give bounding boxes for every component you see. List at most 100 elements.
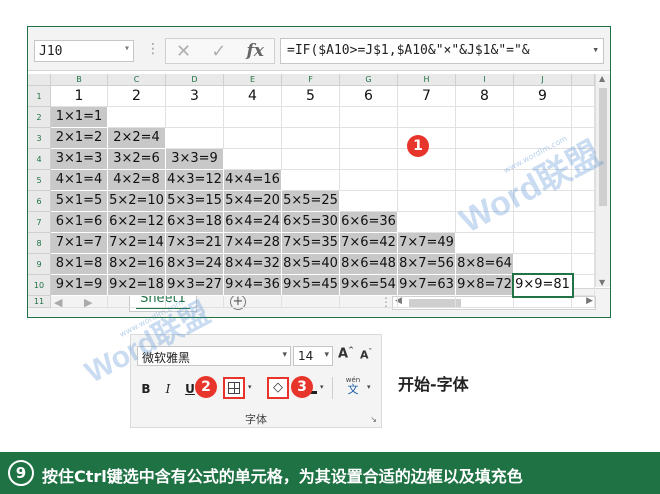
table-cell[interactable]: 5×2=10 [108, 191, 166, 212]
table-cell[interactable] [398, 296, 456, 308]
table-cell[interactable] [340, 128, 398, 149]
phonetic-dropdown-icon[interactable]: ▾ [367, 383, 371, 391]
table-cell[interactable]: 7×7=49 [398, 233, 456, 254]
font-color-dropdown-icon[interactable]: ▾ [320, 383, 324, 391]
table-cell[interactable]: 7×6=42 [340, 233, 398, 254]
table-cell[interactable] [398, 170, 456, 191]
vertical-scrollbar[interactable]: ▲ ▼ [595, 74, 610, 287]
table-cell[interactable]: 8×2=16 [108, 254, 166, 275]
row-header[interactable]: 9 [28, 254, 51, 275]
table-cell[interactable] [340, 170, 398, 191]
row-header[interactable]: 3 [28, 128, 51, 149]
table-cell[interactable]: 9×1=9 [51, 275, 108, 296]
table-cell[interactable]: 2×2=4 [108, 128, 166, 149]
table-cell[interactable] [514, 254, 572, 275]
table-cell[interactable] [572, 107, 595, 128]
table-cell[interactable]: 1×1=1 [51, 107, 108, 128]
select-all-corner[interactable] [28, 74, 51, 86]
cancel-icon[interactable]: ✕ [176, 41, 191, 62]
row-header[interactable]: 4 [28, 149, 51, 170]
table-cell[interactable]: 7×3=21 [166, 233, 224, 254]
table-cell[interactable]: 6 [340, 86, 398, 107]
table-cell[interactable]: 7×2=14 [108, 233, 166, 254]
table-cell[interactable] [456, 296, 514, 308]
insert-function-icon[interactable]: fx [246, 41, 263, 61]
table-cell[interactable]: 8×1=8 [51, 254, 108, 275]
table-cell[interactable]: 6×4=24 [224, 212, 282, 233]
column-header[interactable]: C [108, 74, 166, 86]
fill-color-button[interactable]: ◇ [267, 377, 289, 399]
table-cell[interactable]: 4×1=4 [51, 170, 108, 191]
table-cell[interactable] [166, 107, 224, 128]
table-cell[interactable]: 8×8=64 [456, 254, 514, 275]
row-header[interactable]: 5 [28, 170, 51, 191]
table-cell[interactable] [51, 296, 108, 308]
shrink-font-button[interactable]: Aˇ [360, 348, 372, 362]
phonetic-guide-button[interactable]: wén 文 [343, 377, 363, 396]
table-cell[interactable]: 7×4=28 [224, 233, 282, 254]
row-header[interactable]: 7 [28, 212, 51, 233]
table-cell[interactable] [340, 149, 398, 170]
table-cell[interactable]: 7×1=7 [51, 233, 108, 254]
table-cell[interactable]: 3×1=3 [51, 149, 108, 170]
table-cell[interactable]: 6×1=6 [51, 212, 108, 233]
column-header[interactable]: F [282, 74, 340, 86]
table-cell[interactable]: 5×5=25 [282, 191, 340, 212]
table-cell[interactable] [340, 191, 398, 212]
table-cell[interactable] [572, 212, 595, 233]
table-cell[interactable] [514, 107, 572, 128]
table-cell[interactable] [224, 296, 282, 308]
table-cell[interactable]: 3×3=9 [166, 149, 224, 170]
font-name-select[interactable]: 微软雅黑 ▾ [137, 346, 291, 366]
row-header[interactable]: 11 [28, 296, 51, 308]
column-header[interactable] [572, 74, 595, 86]
table-cell[interactable]: 8×5=40 [282, 254, 340, 275]
name-box[interactable]: J10 ▾ [34, 40, 134, 62]
column-header[interactable]: D [166, 74, 224, 86]
table-cell[interactable]: 6×5=30 [282, 212, 340, 233]
table-cell[interactable]: 6×3=18 [166, 212, 224, 233]
row-header[interactable]: 10 [28, 275, 51, 296]
table-cell[interactable]: 9×7=63 [398, 275, 456, 296]
table-cell[interactable]: 9×8=72 [456, 275, 514, 296]
table-cell[interactable] [514, 233, 572, 254]
table-cell[interactable] [224, 128, 282, 149]
table-cell[interactable] [572, 275, 595, 296]
table-cell[interactable]: 8 [456, 86, 514, 107]
table-cell[interactable] [572, 149, 595, 170]
expand-formula-icon[interactable]: ▾ [592, 43, 599, 56]
table-cell[interactable] [514, 191, 572, 212]
table-cell[interactable] [572, 86, 595, 107]
row-header[interactable]: 2 [28, 107, 51, 128]
table-cell[interactable]: 8×3=24 [166, 254, 224, 275]
chevron-down-icon[interactable]: ▾ [324, 350, 329, 360]
table-cell[interactable]: 5×1=5 [51, 191, 108, 212]
active-cell[interactable]: 9×9=81 [512, 273, 574, 298]
scroll-up-icon[interactable]: ▲ [599, 74, 605, 83]
table-cell[interactable] [456, 212, 514, 233]
table-cell[interactable] [282, 149, 340, 170]
table-cell[interactable]: 9×4=36 [224, 275, 282, 296]
table-cell[interactable]: 2 [108, 86, 166, 107]
row-header[interactable]: 1 [28, 86, 51, 107]
row-header[interactable]: 6 [28, 191, 51, 212]
table-cell[interactable]: 4×2=8 [108, 170, 166, 191]
table-cell[interactable]: 9×3=27 [166, 275, 224, 296]
column-header[interactable]: B [51, 74, 108, 86]
table-cell[interactable] [224, 149, 282, 170]
table-cell[interactable] [456, 128, 514, 149]
table-cell[interactable] [456, 233, 514, 254]
table-cell[interactable] [224, 107, 282, 128]
table-cell[interactable] [398, 212, 456, 233]
bold-button[interactable]: B [139, 379, 153, 399]
column-header[interactable]: E [224, 74, 282, 86]
column-header[interactable]: H [398, 74, 456, 86]
font-size-select[interactable]: 14 ▾ [293, 346, 333, 366]
table-cell[interactable]: 2×1=2 [51, 128, 108, 149]
table-cell[interactable]: 5 [282, 86, 340, 107]
table-cell[interactable] [282, 170, 340, 191]
borders-button[interactable] [223, 377, 245, 399]
table-cell[interactable] [108, 296, 166, 308]
table-cell[interactable] [514, 170, 572, 191]
formula-input[interactable]: =IF($A10>=J$1,$A10&"×"&J$1&"="& ▾ [280, 38, 604, 64]
